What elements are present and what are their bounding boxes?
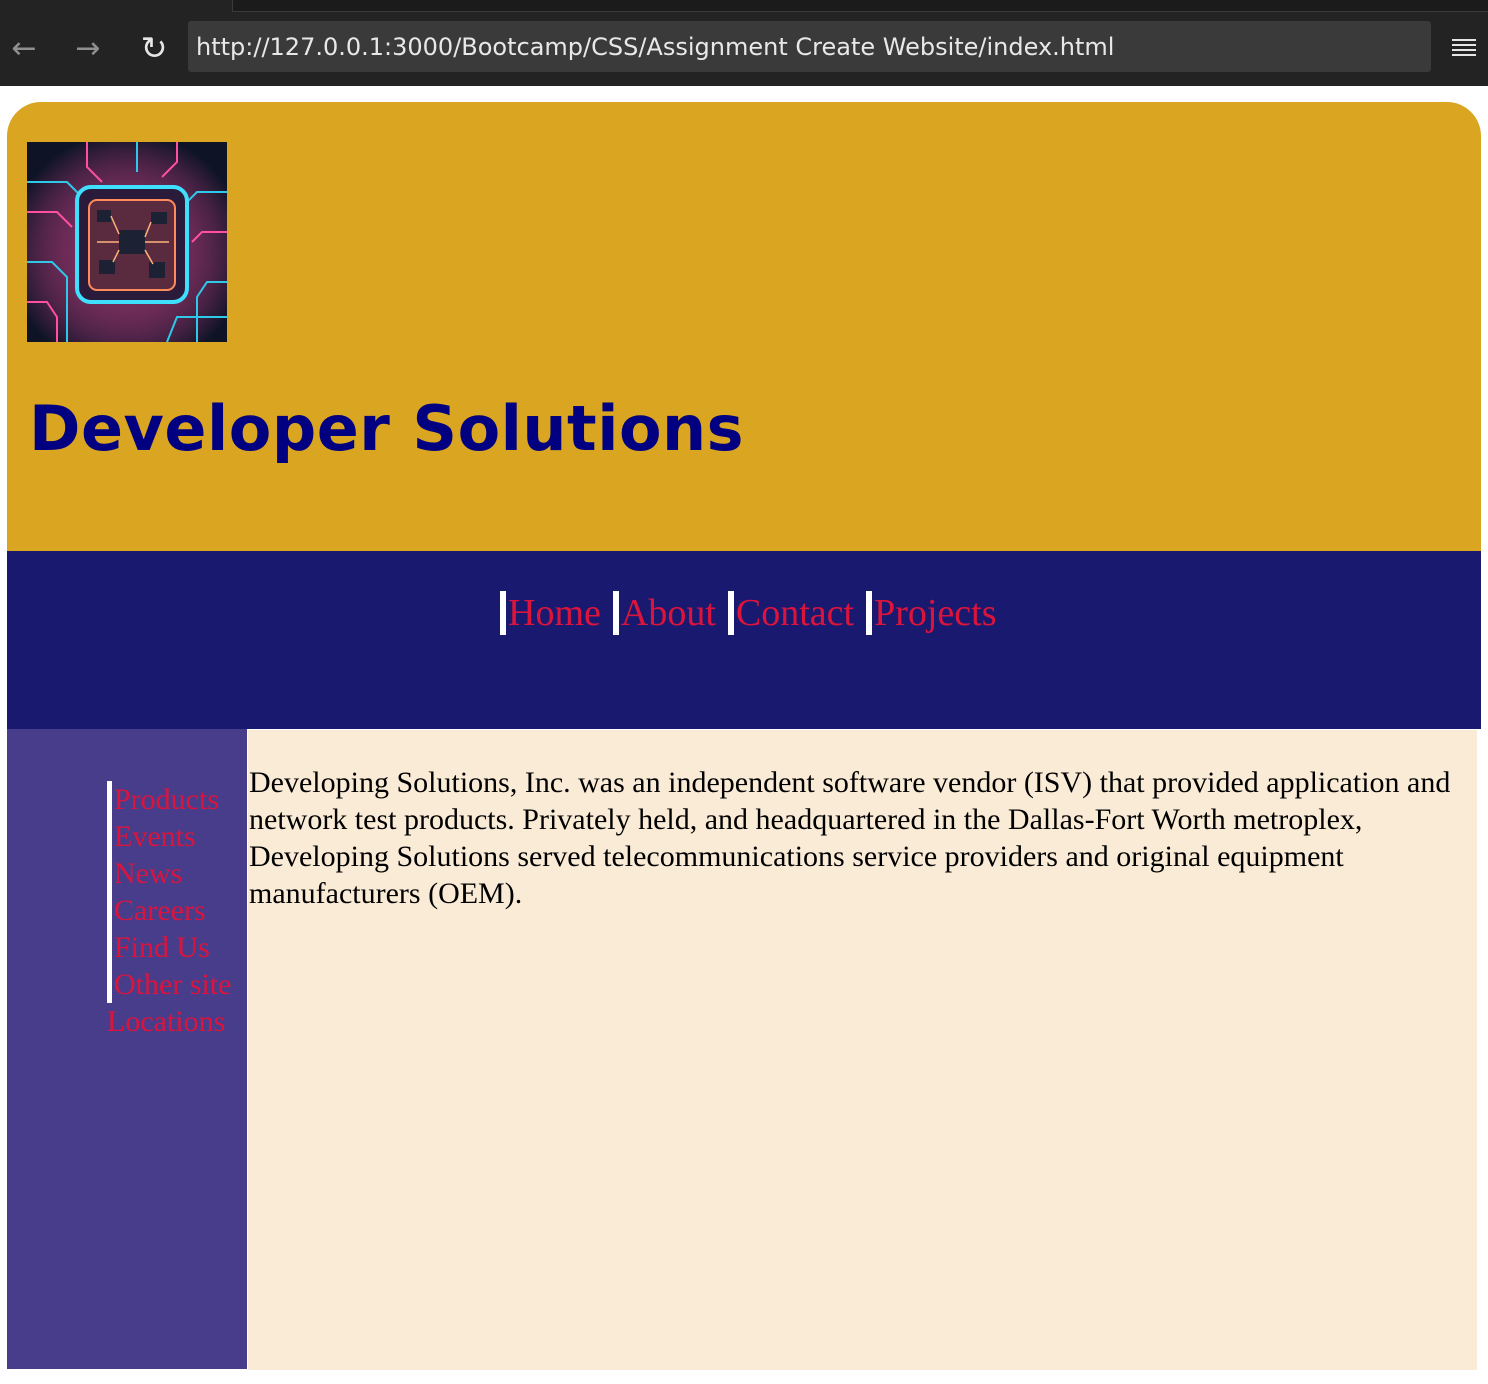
sidebar-link-products[interactable]: Products [114,781,237,818]
site-header: Developer Solutions [7,102,1481,551]
nav-link-about[interactable]: About [621,591,716,635]
sidebar-link-events[interactable]: Events [114,818,237,855]
sidebar-item-other-locations: Other site Locations [107,966,237,1040]
nav-link-contact[interactable]: Contact [736,591,854,635]
main-content: Developing Solutions, Inc. was an indepe… [248,730,1477,1370]
top-nav-item-projects: Projects [866,591,997,635]
address-bar[interactable]: http://127.0.0.1:3000/Bootcamp/CSS/Assig… [188,21,1431,72]
hamburger-menu-icon[interactable] [1448,32,1480,64]
top-nav-item-contact: Contact [727,591,854,635]
sidebar-link-find-us[interactable]: Find Us [114,929,237,966]
sidebar-item-find-us: Find Us [107,929,237,966]
reload-icon[interactable]: ↻ [134,28,174,68]
sidebar-item-careers: Careers [107,892,237,929]
sidebar-link-other-locations[interactable]: Other site Locations [107,966,235,1040]
back-icon[interactable]: ← [4,28,44,68]
top-nav-item-home: Home [500,591,601,635]
nav-link-projects[interactable]: Projects [874,591,996,635]
sidebar-link-news[interactable]: News [114,855,237,892]
address-bar-url: http://127.0.0.1:3000/Bootcamp/CSS/Assig… [196,32,1115,61]
sidebar-item-events: Events [107,818,237,855]
browser-toolbar: ← → ↻ http://127.0.0.1:3000/Bootcamp/CSS… [0,0,1488,86]
nav-link-home[interactable]: Home [508,591,601,635]
circuit-chip-logo [27,142,227,342]
sidebar-item-products: Products [107,781,237,818]
intro-paragraph: Developing Solutions, Inc. was an indepe… [249,766,1451,910]
top-nav-item-about: About [612,591,716,635]
site-title: Developer Solutions [29,392,745,465]
sidebar-item-news: News [107,855,237,892]
tab-strip [232,0,1488,12]
web-page: Developer Solutions Home About Contact P… [7,102,1481,1384]
forward-icon[interactable]: → [68,28,108,68]
top-navigation: Home About Contact Projects [7,551,1481,729]
sidebar-link-careers[interactable]: Careers [114,892,237,929]
sidebar: Products Events News Careers Find Us Oth… [7,729,247,1369]
